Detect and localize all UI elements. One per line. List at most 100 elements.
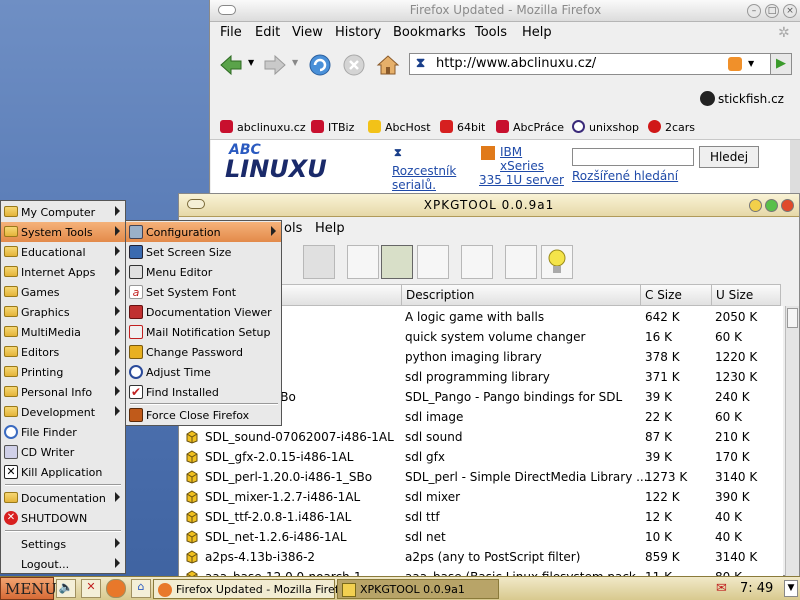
reload-icon[interactable]: [307, 52, 333, 78]
submenu-find-installed[interactable]: ✔ Find Installed: [126, 382, 281, 402]
ibm-link[interactable]: IBM: [500, 145, 522, 159]
submenu-force-close-firefox[interactable]: Force Close Firefox: [126, 405, 281, 425]
table-row[interactable]: SDL_mixer-1.2.7-i486-1AL sdl mixer 122 K 39…: [179, 488, 783, 508]
firefox-launcher-icon[interactable]: [106, 579, 126, 598]
menu-shutdown[interactable]: ✕ SHUTDOWN: [1, 508, 125, 528]
table-row[interactable]: SDL_net-1.2.6-i486-1AL sdl net 10 K 40 K: [179, 528, 783, 548]
menu-cd-writer[interactable]: CD Writer: [1, 442, 125, 462]
home-icon[interactable]: [375, 52, 401, 78]
firefox-scrollbar[interactable]: [790, 140, 800, 200]
menu-graphics[interactable]: Graphics: [1, 302, 125, 322]
task-xpkgtool[interactable]: XPKGTOOL 0.0.9a1: [337, 579, 499, 599]
submenu-documentation-viewer[interactable]: Documentation Viewer: [126, 302, 281, 322]
menu-development[interactable]: Development: [1, 402, 125, 422]
start-menu-button[interactable]: MENU: [0, 577, 57, 600]
search-input[interactable]: [572, 148, 694, 166]
close-icon[interactable]: [781, 199, 794, 212]
back-dropdown-icon[interactable]: ▼: [248, 58, 254, 67]
back-icon[interactable]: [218, 52, 244, 78]
maximize-icon[interactable]: □: [765, 4, 779, 18]
search-button[interactable]: Hledej: [699, 146, 759, 168]
lightbulb-icon[interactable]: [541, 245, 573, 279]
ibm-link-3[interactable]: 335 1U server: [479, 173, 564, 187]
menu-edit[interactable]: Edit: [255, 25, 280, 40]
stickfish-link[interactable]: stickfish.cz: [700, 91, 784, 106]
book-icon[interactable]: [505, 245, 537, 279]
scroll-thumb[interactable]: [787, 308, 798, 328]
kill-icon[interactable]: ✕: [81, 579, 101, 598]
bookmark-unixshop[interactable]: unixshop: [572, 120, 639, 134]
bookmark-abcprace[interactable]: AbcPráce: [496, 120, 564, 134]
menu-help[interactable]: Help: [522, 25, 552, 40]
mail-icon[interactable]: ✉: [716, 581, 727, 596]
menu-settings[interactable]: Settings: [1, 534, 125, 554]
url-bar[interactable]: ⧗ http://www.abclinuxu.cz/ ▼: [409, 53, 774, 75]
forward-icon[interactable]: [262, 52, 288, 78]
list-installed-icon[interactable]: [381, 245, 413, 279]
show-desktop-icon[interactable]: ▼: [784, 580, 798, 597]
menu-my-computer[interactable]: My Computer: [1, 202, 125, 222]
menu-view[interactable]: View: [292, 25, 323, 40]
table-row[interactable]: SDL_sound-07062007-i486-1AL sdl sound 87 K…: [179, 428, 783, 448]
column-usize-header[interactable]: U Size: [711, 284, 781, 306]
menu-educational[interactable]: Educational: [1, 242, 125, 262]
menu-personal-info[interactable]: Personal Info: [1, 382, 125, 402]
rss-icon[interactable]: [728, 57, 742, 71]
task-firefox[interactable]: Firefox Updated - Mozilla Firefox: [153, 579, 352, 599]
menu-documentation[interactable]: Documentation: [1, 488, 125, 508]
menu-history[interactable]: History: [335, 25, 381, 40]
menu-internet-apps[interactable]: Internet Apps: [1, 262, 125, 282]
stop-icon[interactable]: [341, 52, 367, 78]
minimize-icon[interactable]: –: [747, 4, 761, 18]
menu-help[interactable]: Help: [315, 221, 345, 236]
close-icon[interactable]: ×: [783, 4, 797, 18]
menu-logout[interactable]: Logout...: [1, 554, 125, 574]
table-row[interactable]: SDL_ttf-2.0.8-1.i486-1AL sdl ttf 12 K 40 K: [179, 508, 783, 528]
bookmark-64bit[interactable]: 64bit: [440, 120, 485, 134]
search-icon[interactable]: [461, 245, 493, 279]
advanced-search-link[interactable]: Rozšířené hledání: [572, 169, 678, 183]
menu-tools[interactable]: ols: [284, 221, 302, 236]
menu-tools[interactable]: Tools: [475, 25, 507, 40]
table-row[interactable]: SDL_gfx-2.0.15-i486-1AL sdl gfx 39 K 170 K: [179, 448, 783, 468]
submenu-menu-editor[interactable]: Menu Editor: [126, 262, 281, 282]
gears-icon[interactable]: [417, 245, 449, 279]
remove-package-icon[interactable]: [303, 245, 335, 279]
bookmark-itbiz[interactable]: ITBiz: [311, 120, 354, 134]
menu-file-finder[interactable]: File Finder: [1, 422, 125, 442]
table-row[interactable]: a2ps-4.13b-i386-2 a2ps (any to PostScript…: [179, 548, 783, 568]
rozcestnik-link-2[interactable]: serialů.: [392, 178, 436, 192]
package-list-scrollbar[interactable]: [785, 306, 799, 577]
menu-multimedia[interactable]: MultiMedia: [1, 322, 125, 342]
menu-games[interactable]: Games: [1, 282, 125, 302]
xpkgtool-titlebar[interactable]: XPKGTOOL 0.0.9a1: [179, 194, 799, 217]
volume-icon[interactable]: 🔈: [56, 579, 76, 598]
submenu-change-password[interactable]: Change Password: [126, 342, 281, 362]
menu-system-tools[interactable]: System Tools: [1, 222, 125, 242]
submenu-adjust-time[interactable]: Adjust Time: [126, 362, 281, 382]
menu-bookmarks[interactable]: Bookmarks: [393, 25, 466, 40]
table-row[interactable]: SDL_perl-1.20.0-i486-1_SBo SDL_perl - Sim…: [179, 468, 783, 488]
bookmark-abclinuxu[interactable]: abclinuxu.cz: [220, 120, 306, 134]
documents-icon[interactable]: [347, 245, 379, 279]
rozcestnik-link[interactable]: Rozcestník: [392, 164, 456, 178]
menu-printing[interactable]: Printing: [1, 362, 125, 382]
abclinuxu-logo[interactable]: ABC LINUXU: [225, 142, 355, 194]
column-csize-header[interactable]: C Size: [640, 284, 712, 306]
column-description-header[interactable]: Description: [401, 284, 641, 306]
go-button[interactable]: ▶: [770, 53, 792, 75]
submenu-mail-notification[interactable]: Mail Notification Setup: [126, 322, 281, 342]
firefox-titlebar[interactable]: Firefox Updated - Mozilla Firefox – □ ×: [210, 0, 800, 22]
forward-dropdown-icon[interactable]: ▼: [292, 58, 298, 67]
maximize-icon[interactable]: [765, 199, 778, 212]
home-folder-icon[interactable]: ⌂: [131, 579, 151, 598]
menu-kill-application[interactable]: ✕ Kill Application: [1, 462, 125, 482]
bookmark-2cars[interactable]: 2cars: [648, 120, 695, 134]
menu-editors[interactable]: Editors: [1, 342, 125, 362]
bookmark-abchost[interactable]: AbcHost: [368, 120, 431, 134]
submenu-set-system-font[interactable]: a Set System Font: [126, 282, 281, 302]
ibm-link-2[interactable]: xSeries: [500, 159, 544, 173]
minimize-icon[interactable]: [749, 199, 762, 212]
url-dropdown-icon[interactable]: ▼: [748, 59, 754, 68]
submenu-configuration[interactable]: Configuration: [126, 222, 281, 242]
